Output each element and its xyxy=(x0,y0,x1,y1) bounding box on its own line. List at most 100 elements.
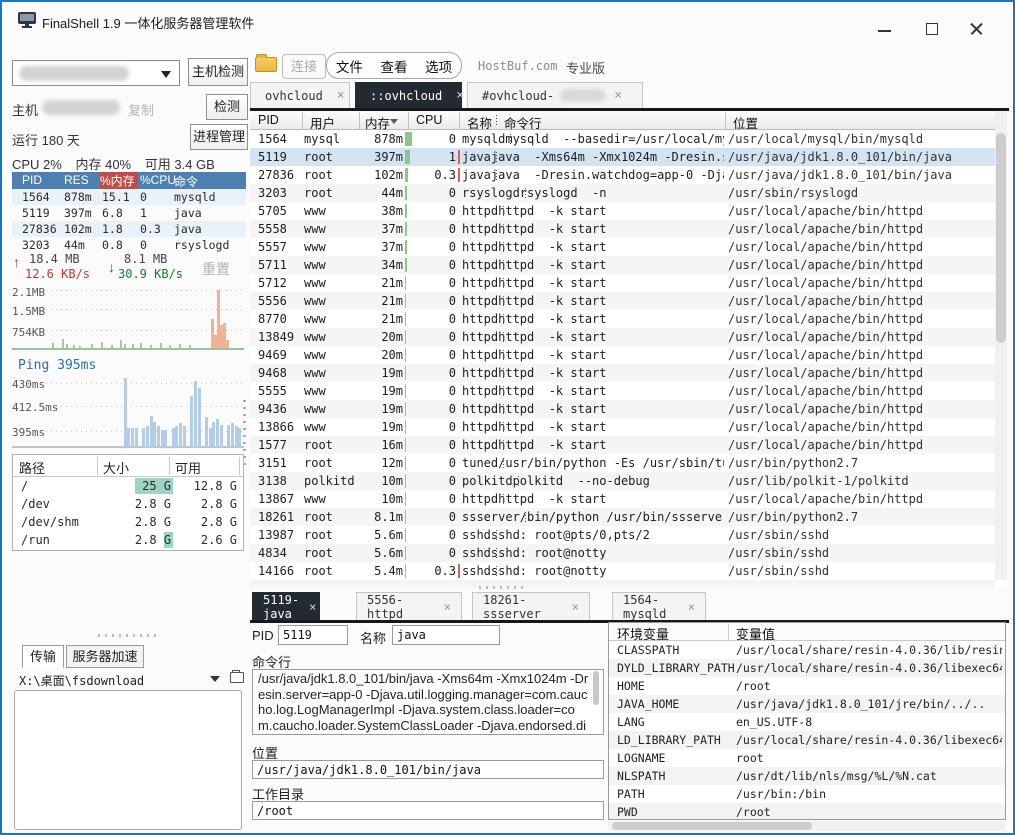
close-button[interactable] xyxy=(962,22,992,40)
process-row[interactable]: 9468www19m0httpdhttpd -k start/usr/local… xyxy=(250,364,995,382)
session-tab-ovhcloud[interactable]: #ovhcloud-× xyxy=(467,82,643,108)
pro-version-link[interactable]: 专业版 xyxy=(566,58,605,77)
process-row[interactable]: 13867www10m0httpdhttpd -k start/usr/loca… xyxy=(250,490,995,508)
env-row[interactable]: HOME/root xyxy=(609,677,1005,695)
open-folder-icon[interactable] xyxy=(230,672,244,683)
detail-tab-1564-mysqld[interactable]: 1564-mysqld× xyxy=(612,592,706,620)
chevron-down-icon[interactable] xyxy=(210,676,220,682)
env-row[interactable]: PATH/usr/bin:/bin xyxy=(609,785,1005,803)
close-icon[interactable]: × xyxy=(337,88,345,103)
process-row[interactable]: 13849www20m0httpdhttpd -k start/usr/loca… xyxy=(250,328,995,346)
process-row[interactable]: 9469www20m0httpdhttpd -k start/usr/local… xyxy=(250,346,995,364)
session-tab-ovhcloud[interactable]: ovhcloud× xyxy=(250,82,350,108)
col-cpu[interactable]: CPU xyxy=(416,113,442,127)
env-row[interactable]: JAVA_HOME/usr/java/jdk1.8.0_101/jre/bin/… xyxy=(609,695,1005,713)
process-row[interactable]: 1564mysql878m0mysqldmysqld --basedir=/us… xyxy=(250,130,995,148)
process-row[interactable]: 5555www19m0httpdhttpd -k start/usr/local… xyxy=(250,382,995,400)
workdir-field[interactable] xyxy=(252,801,604,820)
process-row[interactable]: 9436www19m0httpdhttpd -k start/usr/local… xyxy=(250,400,995,418)
connect-button[interactable]: 连接 xyxy=(282,54,326,79)
process-row[interactable]: 13866www19m0httpdhttpd -k start/usr/loca… xyxy=(250,418,995,436)
disk-row[interactable]: /dev2.8 G2.8 G xyxy=(13,495,243,513)
menu-options[interactable]: 选项 xyxy=(425,56,452,76)
host-select-dropdown[interactable] xyxy=(12,60,180,86)
minimize-button[interactable] xyxy=(870,22,900,40)
col-size[interactable]: 大小 xyxy=(103,458,129,477)
col-cmd[interactable]: 命令 xyxy=(174,173,198,190)
disk-row[interactable]: /25 G12.8 G xyxy=(13,477,243,495)
env-row[interactable]: LOGNAMEroot xyxy=(609,749,1005,767)
scrollbar-thumb[interactable] xyxy=(593,671,599,705)
menu-view[interactable]: 查看 xyxy=(380,56,407,76)
close-icon[interactable]: × xyxy=(614,88,622,103)
col-path[interactable]: 路径 xyxy=(19,458,45,477)
close-icon[interactable]: × xyxy=(572,600,579,614)
process-row[interactable]: 18261root8.1m0ssserver/bin/python /usr/b… xyxy=(250,508,995,526)
scrollbar-thumb[interactable] xyxy=(996,133,1006,343)
close-icon[interactable]: × xyxy=(456,88,464,103)
process-row[interactable]: 5712www21m0httpdhttpd -k start/usr/local… xyxy=(250,274,995,292)
process-row[interactable]: 1577root16m0httpdhttpd -k start/usr/loca… xyxy=(250,436,995,454)
process-row[interactable]: 3203root44m0rsyslogdrsyslogd -n/usr/sbin… xyxy=(250,184,995,202)
location-field[interactable] xyxy=(252,760,604,779)
hostbuf-link[interactable]: HostBuf.com xyxy=(478,59,557,73)
sidebar-process-row[interactable]: 320344m0.80rsyslogd xyxy=(12,237,246,253)
tab-transfer[interactable]: 传输 xyxy=(22,645,64,668)
process-row[interactable]: 5119root397m1javajava -Xms64m -Xmx1024m … xyxy=(250,148,995,166)
process-row[interactable]: 5556www21m0httpdhttpd -k start/usr/local… xyxy=(250,292,995,310)
scrollbar-thumb[interactable] xyxy=(612,822,812,830)
process-manage-button[interactable]: 进程管理 xyxy=(190,124,248,150)
col-pid[interactable]: PID xyxy=(258,113,279,127)
process-row[interactable]: 5711www34m0httpdhttpd -k start/usr/local… xyxy=(250,256,995,274)
sidebar-process-row[interactable]: 5119397m6.81java xyxy=(12,205,246,221)
cmdline-scrollbar[interactable] xyxy=(592,670,600,734)
process-name-field[interactable] xyxy=(392,625,500,645)
copy-link[interactable]: 复制 xyxy=(128,100,154,119)
process-row[interactable]: 5705www38m0httpdhttpd -k start/usr/local… xyxy=(250,202,995,220)
col-avail[interactable]: 可用 xyxy=(175,458,201,477)
close-icon[interactable]: × xyxy=(688,600,695,614)
disk-row[interactable]: /run2.8 G2.6 G xyxy=(13,531,243,549)
disk-row[interactable]: /dev/shm2.8 G2.8 G xyxy=(13,513,243,531)
detail-tab-5556-httpd[interactable]: 5556-httpd× xyxy=(356,592,462,620)
env-horizontal-scrollbar[interactable] xyxy=(608,821,1006,831)
folder-icon[interactable] xyxy=(255,57,277,72)
detail-tab-18261-ssserver[interactable]: 18261-ssserver× xyxy=(472,592,590,620)
env-row[interactable]: DYLD_LIBRARY_PATH/usr/local/share/resin-… xyxy=(609,659,1005,677)
vertical-scrollbar[interactable] xyxy=(995,111,1007,580)
col-mem-pct-highlight[interactable]: %内存 xyxy=(100,172,138,189)
session-tab-ovhcloud[interactable]: ::ovhcloud× xyxy=(355,82,462,108)
close-icon[interactable]: × xyxy=(309,600,316,614)
process-row[interactable]: 4834root5.6m0sshdsshd: root@notty/usr/sb… xyxy=(250,544,995,562)
process-row[interactable]: 3138polkitd10m0polkitdpolkitd --no-debug… xyxy=(250,472,995,490)
menu-file[interactable]: 文件 xyxy=(336,56,363,76)
process-row[interactable]: 27836root102m0.3javajava -Dresin.watchdo… xyxy=(250,166,995,184)
left-splitter-handle[interactable] xyxy=(98,634,156,637)
main-splitter-handle[interactable] xyxy=(479,586,525,589)
sidebar-process-row[interactable]: 1564878m15.10mysqld xyxy=(12,189,246,205)
col-cpu-pct[interactable]: %CPU xyxy=(140,173,176,187)
process-row[interactable]: 5557www37m0httpdhttpd -k start/usr/local… xyxy=(250,238,995,256)
maximize-button[interactable] xyxy=(918,22,948,40)
process-row[interactable]: 8770www21m0httpdhttpd -k start/usr/local… xyxy=(250,310,995,328)
transfer-file-list[interactable] xyxy=(14,690,242,830)
close-icon[interactable]: × xyxy=(444,600,451,614)
detail-tab-5119-java[interactable]: 5119-java× xyxy=(252,592,320,620)
process-row[interactable]: 13987root5.6m0sshdsshd: root@pts/0,pts/2… xyxy=(250,526,995,544)
process-row[interactable]: 14166root5.4m0.3sshdsshd: root@notty/usr… xyxy=(250,562,995,580)
env-row[interactable]: PWD/root xyxy=(609,803,1005,820)
env-row[interactable]: LANGen_US.UTF-8 xyxy=(609,713,1005,731)
check-button[interactable]: 检测 xyxy=(206,94,248,120)
env-row[interactable]: NLSPATH/usr/dt/lib/nls/msg/%L/%N.cat xyxy=(609,767,1005,785)
process-row[interactable]: 5558www37m0httpdhttpd -k start/usr/local… xyxy=(250,220,995,238)
pid-field[interactable] xyxy=(278,625,348,645)
host-check-button[interactable]: 主机检测 xyxy=(188,58,248,86)
env-row[interactable]: LD_LIBRARY_PATH/usr/local/share/resin-4.… xyxy=(609,731,1005,749)
env-row[interactable]: CLASSPATH/usr/local/share/resin-4.0.36/l… xyxy=(609,641,1005,659)
process-row[interactable]: 3151root12m0tuned/usr/bin/python -Es /us… xyxy=(250,454,995,472)
sidebar-process-row[interactable]: 27836102m1.80.3java xyxy=(12,221,246,237)
tab-server-acceleration[interactable]: 服务器加速 xyxy=(66,645,144,668)
cmdline-textarea[interactable]: /usr/java/jdk1.8.0_101/bin/java -Xms64m … xyxy=(252,669,604,735)
col-res[interactable]: RES xyxy=(64,173,89,187)
reset-link[interactable]: 重置 xyxy=(202,259,230,279)
